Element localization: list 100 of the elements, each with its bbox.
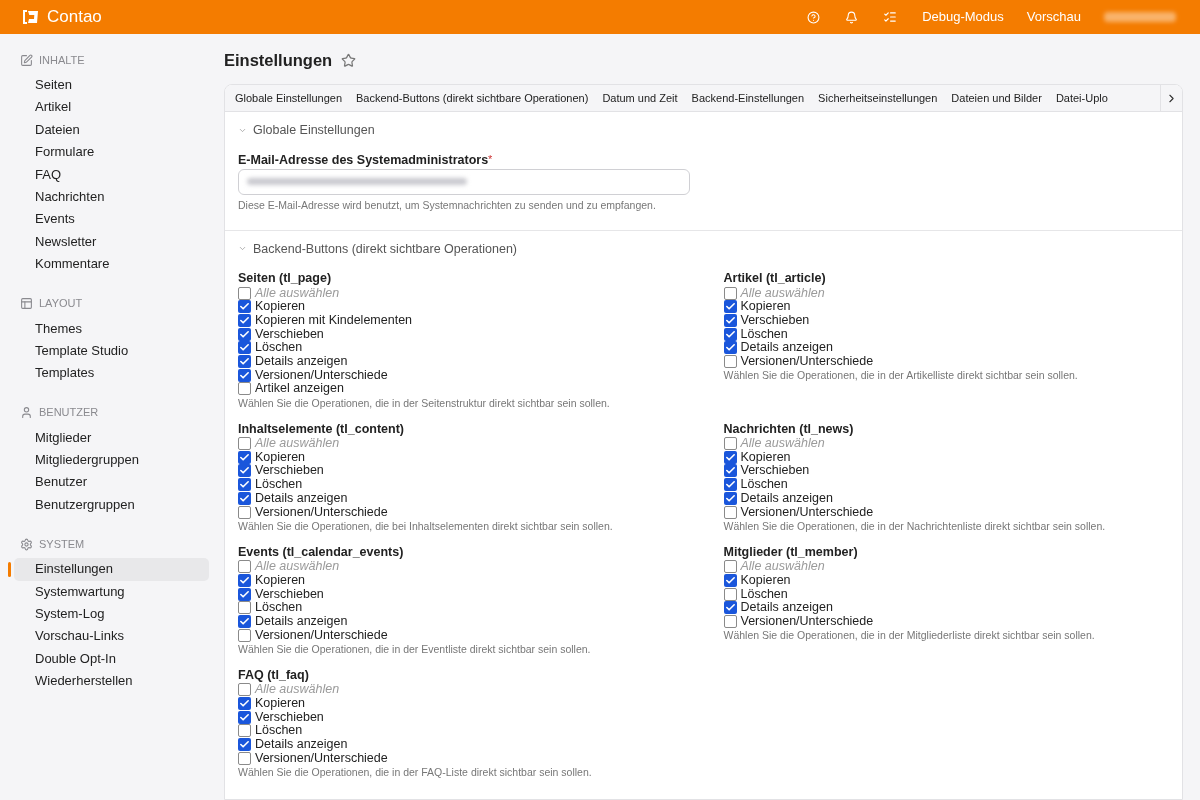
checkbox[interactable] <box>238 697 251 711</box>
sidebar-item[interactable]: Benutzer <box>14 471 209 494</box>
section-legend[interactable]: Globale Einstellungen <box>253 121 375 140</box>
checkbox[interactable] <box>238 614 251 628</box>
option-label: Kopieren mit Kindelementen <box>255 313 413 327</box>
option-label: Details anzeigen <box>255 738 348 752</box>
checkbox[interactable] <box>238 628 251 642</box>
checkbox[interactable] <box>238 505 251 519</box>
sidebar-item[interactable]: Formulare <box>14 141 209 164</box>
checkbox[interactable] <box>723 300 737 314</box>
checkbox[interactable] <box>238 491 251 505</box>
tab[interactable]: Datei-Uplo <box>1055 89 1108 107</box>
checkbox[interactable] <box>723 341 737 355</box>
checkbox[interactable] <box>723 450 737 464</box>
sidebar-item[interactable]: FAQ <box>14 163 209 186</box>
sidebar-item[interactable]: Template Studio <box>14 339 209 363</box>
tab[interactable]: Dateien und Bilder <box>951 89 1042 107</box>
sidebar-item[interactable]: Dateien <box>14 118 209 142</box>
help-text: Diese E-Mail-Adresse wird benutzt, um Systemnachrichten zu senden und zu empfangen. <box>238 197 657 213</box>
checkbox[interactable] <box>723 464 737 478</box>
checkbox[interactable] <box>238 286 251 300</box>
tab[interactable]: Backend-Einstellungen <box>691 89 805 107</box>
checkbox[interactable] <box>238 437 251 451</box>
option-label: Details anzeigen <box>255 491 348 505</box>
checkbox[interactable] <box>238 751 251 765</box>
checkbox[interactable] <box>238 573 251 587</box>
sidebar-item[interactable]: Systemwartung <box>14 580 209 604</box>
checkbox[interactable] <box>238 724 251 738</box>
section-legend[interactable]: Backend-Buttons (direkt sichtbare Operationen) <box>253 239 518 259</box>
tab[interactable]: Backend-Buttons (direkt sichtbare Operationen) <box>356 89 589 107</box>
tab[interactable]: Datum und Zeit <box>602 89 678 107</box>
option-label: Löschen <box>740 478 788 492</box>
checkbox[interactable] <box>238 300 251 314</box>
star-icon[interactable] <box>341 52 357 68</box>
checkbox[interactable] <box>723 437 737 451</box>
checkbox[interactable] <box>723 478 737 492</box>
checkbox[interactable] <box>723 601 737 615</box>
checkbox[interactable] <box>238 382 251 396</box>
checkbox[interactable] <box>238 683 251 697</box>
sidebar-item[interactable]: Nachrichten <box>14 185 209 209</box>
option-label: Versionen/Unterschiede <box>255 505 388 519</box>
tab[interactable]: Sicherheitseinstellungen <box>818 89 938 107</box>
sidebar-item[interactable]: System-Log <box>14 603 209 626</box>
checkbox[interactable] <box>238 478 251 492</box>
sidebar-item[interactable]: Vorschau-Links <box>14 625 209 648</box>
checkbox[interactable] <box>723 614 737 628</box>
checkbox[interactable] <box>723 355 737 369</box>
option-label: Versionen/Unterschiede <box>740 614 874 628</box>
checkbox[interactable] <box>238 327 251 341</box>
checklist-icon[interactable] <box>883 10 898 24</box>
checkbox[interactable] <box>238 450 251 464</box>
tab[interactable]: Globale Einstellungen <box>235 89 343 107</box>
checkbox[interactable] <box>238 313 251 327</box>
option-label: Kopieren <box>740 450 791 464</box>
checkbox[interactable] <box>723 505 737 519</box>
help-icon[interactable] <box>807 10 821 24</box>
email-input-field[interactable] <box>238 168 690 195</box>
option-label: Löschen <box>255 601 303 615</box>
checkbox[interactable] <box>723 560 737 574</box>
sidebar-item[interactable]: Wiederherstellen <box>14 670 209 693</box>
sidebar-item[interactable]: Einstellungen <box>14 558 209 581</box>
sidebar-item[interactable]: Benutzergruppen <box>14 493 209 517</box>
checkbox[interactable] <box>723 313 737 327</box>
checkbox[interactable] <box>723 286 737 300</box>
option-label: Alle auswählen <box>255 683 340 697</box>
checkbox[interactable] <box>238 710 251 724</box>
checkbox[interactable] <box>723 587 737 601</box>
edit-icon <box>20 53 33 67</box>
sidebar-item[interactable]: Kommentare <box>14 253 209 276</box>
group-title: Nachrichten (tl_news) <box>723 421 855 437</box>
sidebar-item[interactable]: Artikel <box>14 96 209 119</box>
sidebar-item[interactable]: Mitgliedergruppen <box>14 449 209 472</box>
option-label: Artikel anzeigen <box>255 382 344 396</box>
checkbox[interactable] <box>238 355 251 369</box>
help-text: Wählen Sie die Operationen, die in der Seitenstruktur direkt sichtbar sein sollen. <box>238 395 611 410</box>
checkbox[interactable] <box>723 573 737 587</box>
checkbox[interactable] <box>238 464 251 478</box>
checkbox[interactable] <box>238 341 251 355</box>
sidebar-item[interactable]: Themes <box>14 317 209 340</box>
checkbox[interactable] <box>238 738 251 752</box>
bell-icon[interactable] <box>845 10 859 24</box>
sidebar-item[interactable]: Mitglieder <box>14 426 209 450</box>
checkbox[interactable] <box>723 327 737 341</box>
checkbox[interactable] <box>238 601 251 615</box>
checkbox[interactable] <box>238 560 251 574</box>
group-title: Inhaltselemente (tl_content) <box>238 421 405 437</box>
option-label: Kopieren <box>255 573 306 587</box>
sidebar-item[interactable]: Events <box>14 208 209 231</box>
sidebar-item[interactable]: Double Opt-In <box>14 647 209 671</box>
sidebar-item[interactable]: Newsletter <box>14 230 209 254</box>
option-label: Verschieben <box>255 327 324 341</box>
checkbox[interactable] <box>723 491 737 505</box>
option-label: Verschieben <box>255 587 324 601</box>
sidebar-item[interactable]: Templates <box>14 362 209 385</box>
checkbox[interactable] <box>238 587 251 601</box>
checkbox[interactable] <box>238 368 251 382</box>
sidebar-item[interactable]: Seiten <box>14 74 209 97</box>
option-label: Alle auswählen <box>740 560 825 574</box>
option-label: Verschieben <box>255 710 324 724</box>
option-label: Verschieben <box>740 313 810 327</box>
